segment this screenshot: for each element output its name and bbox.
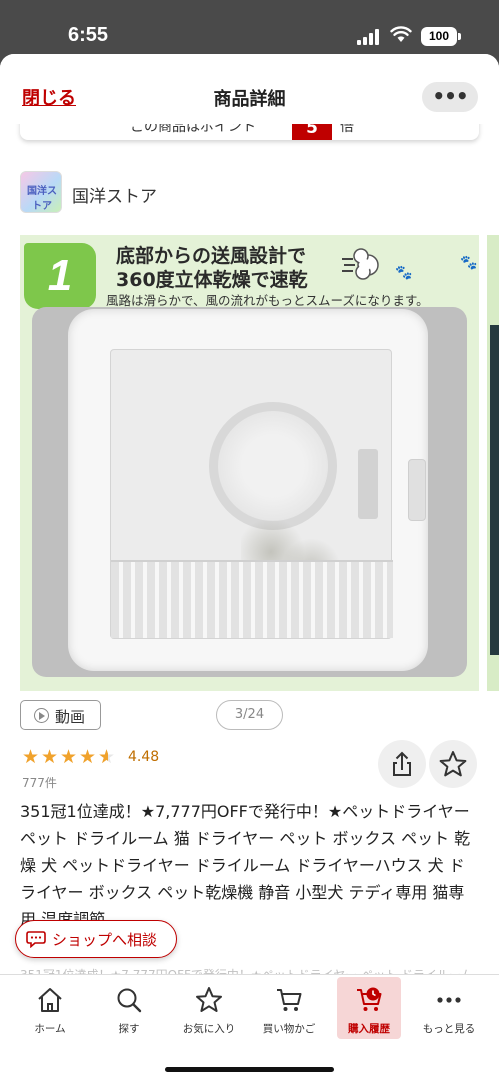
star-icon: ★ (79, 746, 97, 768)
rating-value: 4.48 (128, 749, 160, 765)
favorite-button[interactable] (429, 740, 477, 788)
dryer-fan-window (209, 402, 337, 530)
video-button[interactable]: 動画 (20, 700, 101, 730)
image-page-counter: 3/24 (216, 700, 283, 730)
tab-favorites[interactable]: お気に入り (169, 975, 249, 1045)
status-time: 6:55 (68, 24, 109, 46)
step-number-badge: 1 (24, 243, 96, 309)
purchase-history-icon (357, 987, 382, 1011)
half-star-icon: ★ ★ (98, 746, 116, 768)
star-icon: ★ (60, 746, 78, 768)
dryer-floor-grill (111, 560, 393, 638)
shop-logo-text: 国洋ストア (27, 186, 57, 212)
tab-cart[interactable]: 買い物かご (249, 975, 329, 1045)
product-image[interactable]: 1 底部からの送風設計で 360度立体乾燥で速乾 🐾 🐾 風路は滑らかで、風の流… (20, 235, 479, 691)
wifi-icon (390, 26, 412, 42)
video-label: 動画 (55, 708, 86, 726)
product-detail-sheet: 閉じる 商品詳細 ••• この商品はポイント 5 倍 国洋ストア 国洋ストア 1… (0, 54, 499, 1080)
consult-label: ショップへ相談 (52, 931, 158, 949)
tab-label: ホーム (34, 1023, 66, 1035)
star-icon: ★ (41, 746, 59, 768)
image-headline-2: 360度立体乾燥で速乾 (116, 269, 308, 291)
shop-consult-button[interactable]: ショップへ相談 (15, 920, 177, 958)
star-icon: ★ (22, 746, 40, 768)
dryer-box (68, 309, 428, 671)
dryer-interior (110, 349, 393, 639)
paw-icon: 🐾 (395, 265, 413, 281)
tab-label: 買い物かご (262, 1023, 316, 1035)
rating-stars: ★ ★ ★ ★ ★ ★ (22, 747, 124, 767)
tab-purchase-history[interactable]: 購入履歴 (329, 975, 409, 1045)
battery-level: 100 (428, 29, 450, 43)
review-count[interactable]: 777件 (22, 774, 57, 791)
search-icon (117, 988, 142, 1013)
tab-label: お気に入り (182, 1023, 236, 1035)
share-icon (393, 751, 411, 776)
air-flow-icon (342, 248, 379, 280)
shop-row[interactable]: 国洋ストア 国洋ストア (20, 171, 479, 215)
tab-more[interactable]: もっと見る (409, 975, 489, 1045)
home-indicator (165, 1067, 334, 1072)
bottom-tab-bar: ホーム 探す お気に入り 買い物かご 購入履歴 もっと見る (0, 974, 499, 1080)
play-icon (34, 708, 49, 723)
battery-indicator: 100 (421, 27, 461, 46)
status-bar: 6:55 100 (0, 0, 499, 54)
dryer-photo (32, 307, 467, 677)
star-icon (196, 987, 222, 1012)
chat-icon (26, 931, 46, 948)
shop-logo[interactable]: 国洋ストア (20, 171, 62, 213)
tab-label: 探す (118, 1023, 140, 1035)
image-headline-1: 底部からの送風設計で (116, 245, 307, 267)
signal-icon (357, 29, 381, 45)
tab-label: もっと見る (422, 1023, 476, 1035)
tab-home[interactable]: ホーム (10, 975, 90, 1045)
more-menu-button[interactable]: ••• (422, 82, 478, 112)
tab-label: 購入履歴 (348, 1023, 390, 1035)
cart-icon (277, 989, 302, 1011)
product-title: 351冠1位達成！★7,777円OFFで発行中！★ペットドライヤー ペット ドラ… (20, 802, 471, 929)
nav-header: 閉じる 商品詳細 ••• (0, 54, 499, 124)
paw-icon: 🐾 (460, 255, 478, 271)
star-outline-icon (439, 751, 467, 777)
dryer-handle (408, 459, 426, 521)
tab-search[interactable]: 探す (89, 975, 169, 1045)
home-icon (38, 988, 62, 1012)
next-image-peek[interactable] (487, 235, 499, 691)
dryer-side-vent (358, 449, 378, 519)
more-icon (437, 997, 461, 1003)
shop-name[interactable]: 国洋ストア (72, 182, 157, 207)
share-button[interactable] (378, 740, 426, 788)
